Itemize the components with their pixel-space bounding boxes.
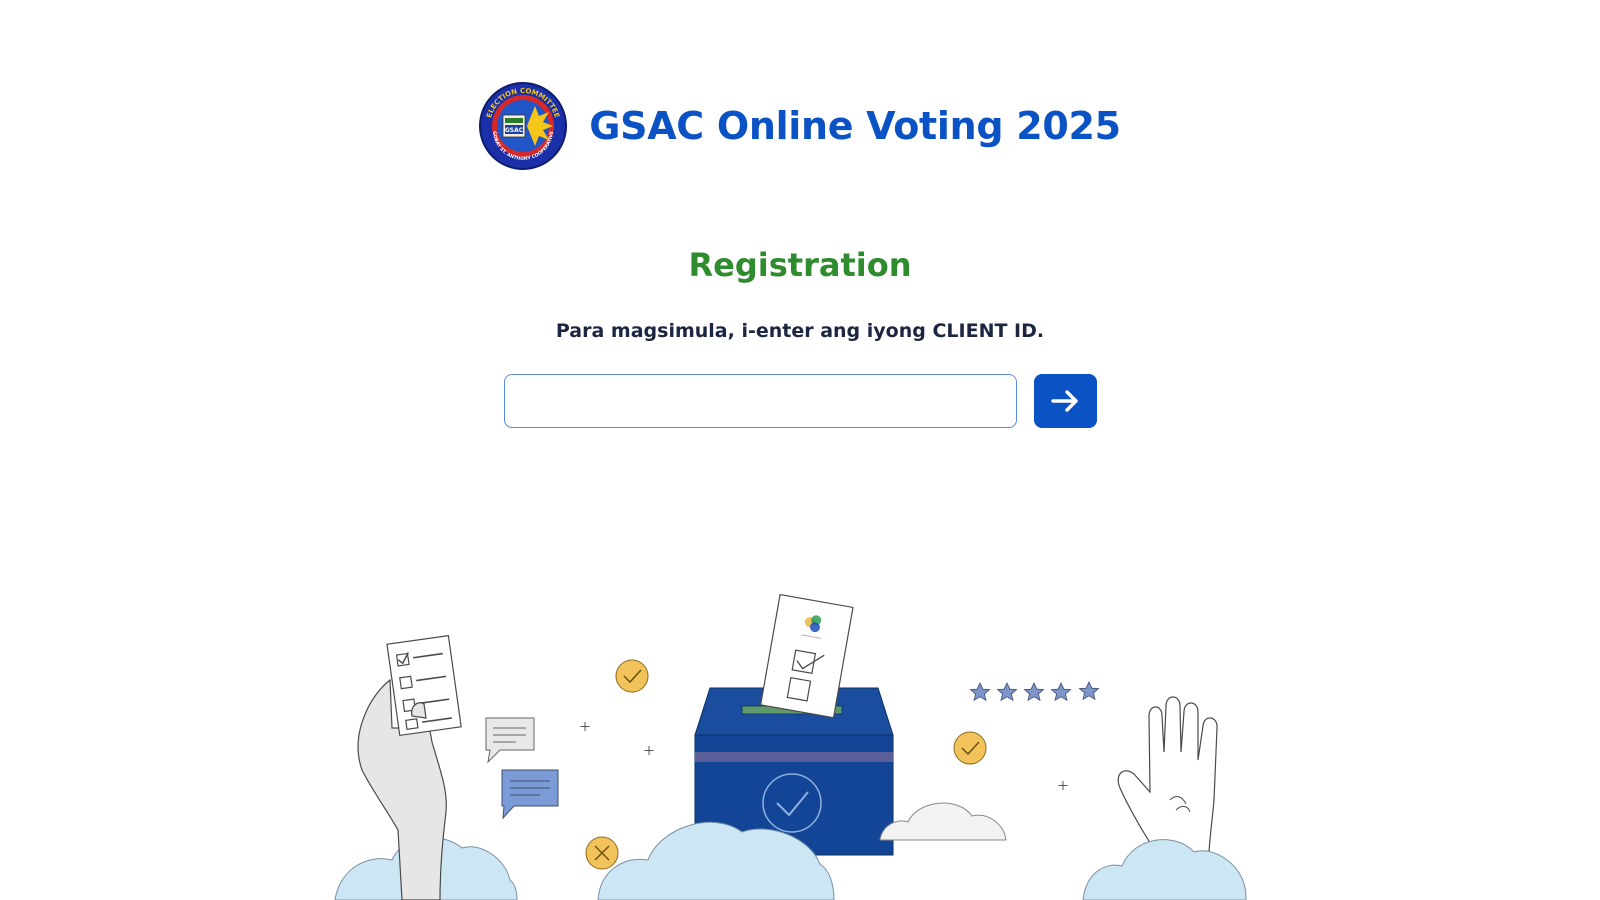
star-icon bbox=[996, 682, 1018, 702]
cloud-right bbox=[1082, 839, 1247, 900]
star-icon bbox=[1078, 681, 1100, 701]
app-title: GSAC Online Voting 2025 bbox=[589, 104, 1121, 148]
x-badge bbox=[585, 836, 619, 870]
check-badge-left bbox=[615, 659, 649, 693]
stars-rating bbox=[969, 681, 1100, 702]
chat-bubble-blue bbox=[501, 769, 559, 820]
gsac-logo: GSAC ELECTION COMMITTEE GOBAT ST. ANTHON… bbox=[479, 82, 568, 170]
arrow-right-icon bbox=[1051, 390, 1078, 412]
voting-registration-page: GSAC ELECTION COMMITTEE GOBAT ST. ANTHON… bbox=[0, 0, 1600, 900]
star-icon bbox=[1050, 682, 1072, 702]
check-badge-right bbox=[953, 731, 987, 765]
logo-center-text: GSAC bbox=[505, 127, 524, 134]
instructions-text: Para magsimula, i-enter ang iyong CLIENT… bbox=[555, 320, 1045, 342]
voting-illustration bbox=[334, 593, 1247, 900]
star-icon bbox=[1023, 682, 1045, 702]
chat-bubble-gray bbox=[485, 717, 535, 764]
cloud-white bbox=[879, 802, 1007, 841]
registration-heading: Registration bbox=[688, 246, 912, 284]
submit-button[interactable] bbox=[1033, 374, 1097, 428]
star-icon bbox=[969, 682, 991, 702]
client-id-input[interactable] bbox=[503, 374, 1017, 428]
client-id-form bbox=[0, 374, 1600, 428]
header: GSAC ELECTION COMMITTEE GOBAT ST. ANTHON… bbox=[0, 82, 1600, 170]
